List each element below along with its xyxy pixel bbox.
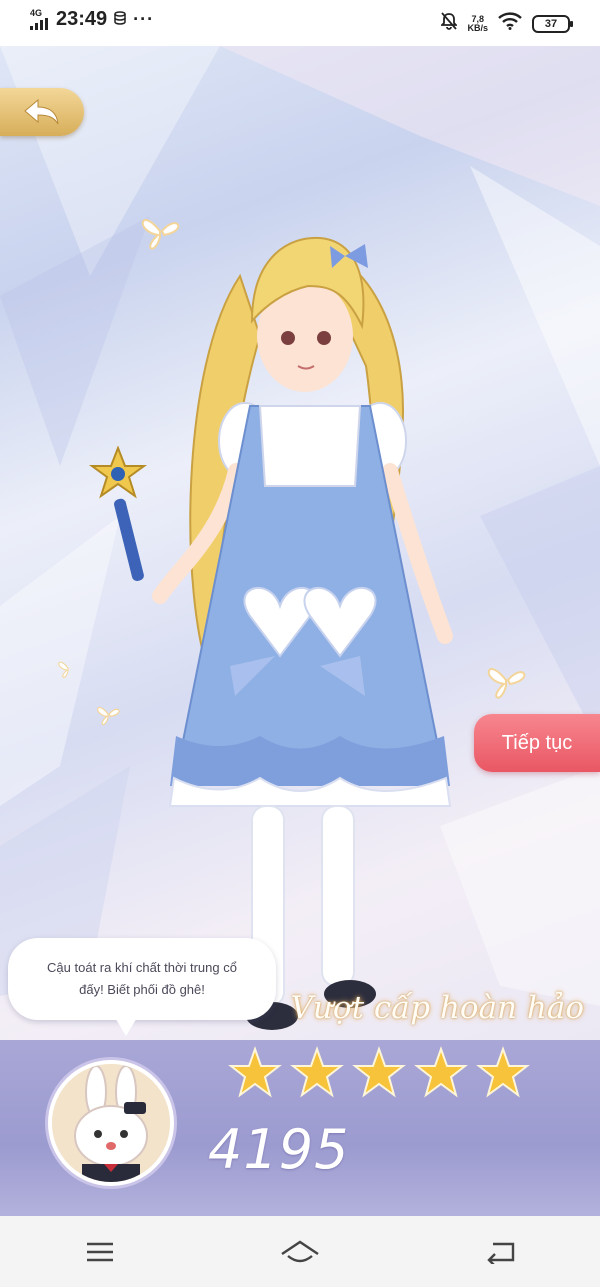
bunny-avatar	[48, 1060, 174, 1186]
home-icon	[281, 1240, 319, 1262]
status-bar: 4G 23:49 ··· 7,8 KB/s 37	[0, 0, 600, 46]
back-arrow-icon	[24, 98, 59, 125]
star-icon	[228, 1046, 282, 1098]
butterfly-icon	[487, 668, 526, 699]
speech-bubble-tail	[114, 1016, 138, 1036]
star-icon	[352, 1046, 406, 1098]
game-scene: Tiếp tục Cậu toát ra khí chất thời trung…	[0, 46, 600, 1216]
back-icon	[487, 1242, 515, 1264]
network-speed: 7,8 KB/s	[467, 14, 488, 33]
storage-icon	[113, 11, 127, 28]
signal-indicator: 4G	[30, 9, 48, 30]
menu-button[interactable]	[70, 1227, 130, 1277]
rank-title: Vượt cấp hoàn hảo	[290, 990, 584, 1026]
speed-unit: KB/s	[467, 22, 488, 33]
battery-indicator: 37	[532, 14, 573, 33]
home-button[interactable]	[270, 1227, 330, 1277]
continue-button[interactable]: Tiếp tục	[474, 714, 600, 772]
back-button[interactable]	[0, 88, 84, 136]
wifi-icon	[498, 12, 522, 35]
star-rating	[228, 1046, 530, 1100]
mute-bell-icon	[440, 12, 459, 35]
speech-line-1: Cậu toát ra khí chất thời trung cổ	[47, 960, 237, 975]
star-icon	[414, 1046, 468, 1098]
menu-icon	[87, 1242, 113, 1261]
signal-bars-icon	[30, 18, 48, 30]
speech-line-2: đấy! Biết phối đồ ghê!	[79, 982, 205, 997]
system-nav-bar	[0, 1216, 600, 1287]
clock: 23:49	[56, 8, 108, 30]
network-type: 4G	[30, 8, 43, 18]
speech-bubble: Cậu toát ra khí chất thời trung cổ đấy! …	[8, 938, 276, 1020]
more-notifications-icon: ···	[133, 9, 155, 29]
star-icon	[290, 1046, 344, 1098]
back-nav-button[interactable]	[470, 1227, 530, 1277]
star-icon	[476, 1046, 530, 1098]
score: 4195	[208, 1118, 350, 1181]
bunny-mascot-icon	[52, 1064, 170, 1182]
butterfly-icon	[58, 661, 69, 678]
butterfly-icon	[97, 706, 120, 726]
